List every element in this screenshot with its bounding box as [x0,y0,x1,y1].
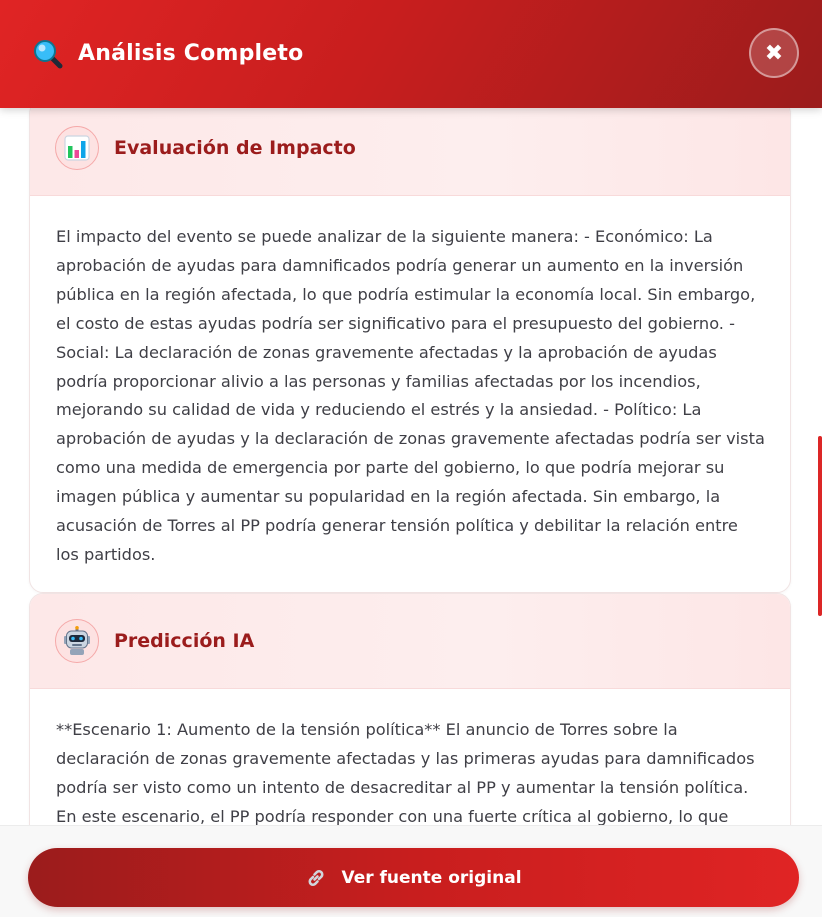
modal-footer: Ver fuente original [0,825,822,917]
modal-title: Análisis Completo [78,41,304,66]
impact-card-title: Evaluación de Impacto [114,137,356,159]
magnifying-glass-icon [32,38,64,70]
robot-icon [55,619,99,663]
view-source-label: Ver fuente original [341,867,522,888]
close-button[interactable]: ✖ [749,28,799,78]
modal-header: Análisis Completo ✖ [0,0,822,108]
bar-chart-icon [55,126,99,170]
modal-content[interactable]: Evaluación de Impacto El impacto del eve… [0,108,822,825]
prediction-card-title: Predicción IA [114,630,255,652]
impact-card-text: El impacto del evento se puede analizar … [56,227,765,564]
impact-card-header: Evaluación de Impacto [30,108,790,196]
prediction-card-text: **Escenario 1: Aumento de la tensión pol… [56,720,755,825]
impact-card: Evaluación de Impacto El impacto del eve… [29,108,791,593]
prediction-card-header: Predicción IA [30,594,790,689]
link-icon [305,867,327,889]
view-source-button[interactable]: Ver fuente original [28,848,799,907]
scrollbar[interactable] [818,436,822,616]
close-icon: ✖ [764,40,784,66]
prediction-card: Predicción IA **Escenario 1: Aumento de … [29,593,791,825]
